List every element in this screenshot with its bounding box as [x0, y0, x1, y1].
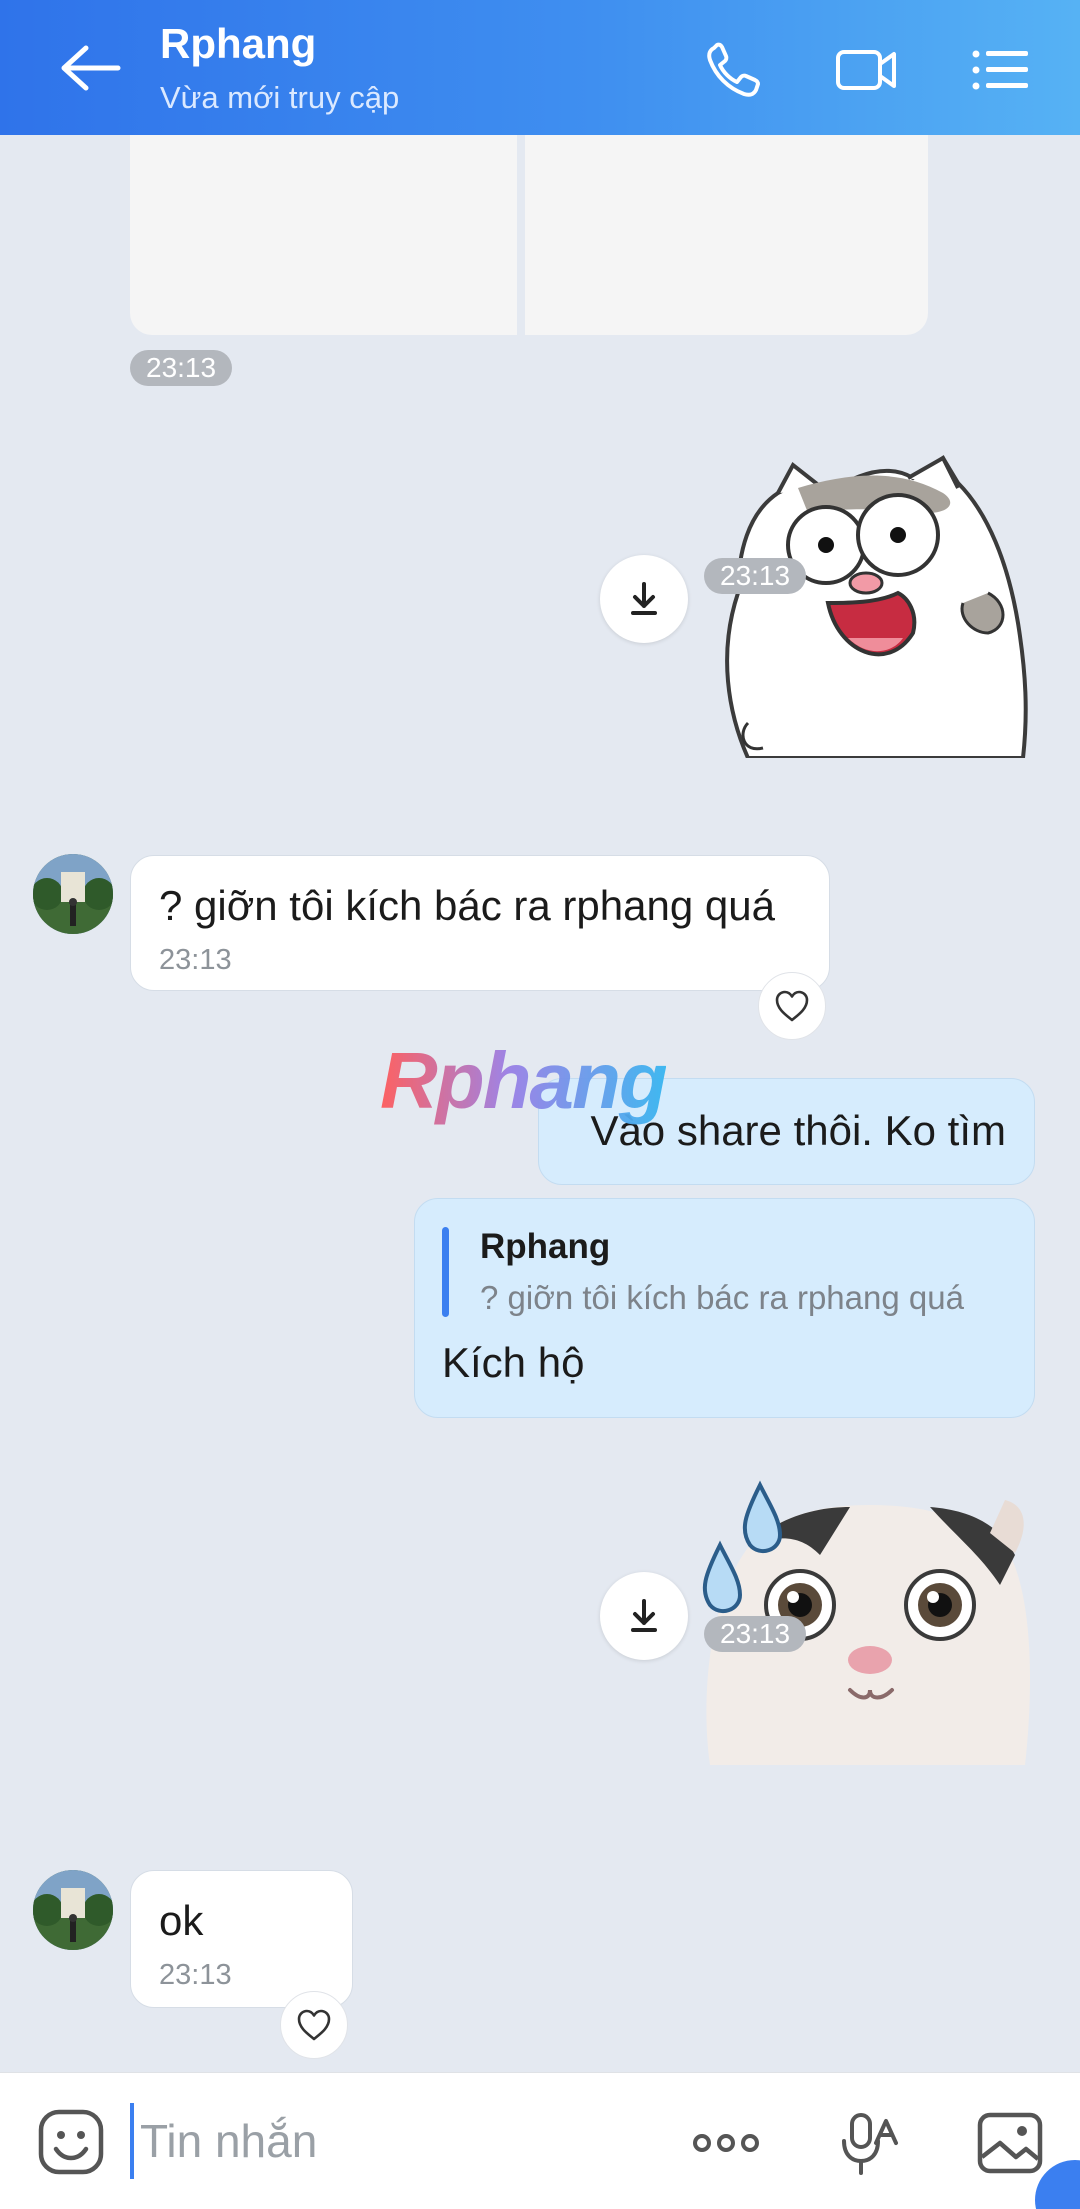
avatar[interactable] — [33, 854, 113, 934]
surprised-cat-sticker[interactable] — [708, 453, 1033, 758]
download-button[interactable] — [600, 1572, 688, 1660]
shared-photo-card[interactable] — [525, 135, 928, 335]
menu-list-icon[interactable] — [966, 38, 1036, 102]
avatar[interactable] — [33, 1870, 113, 1950]
back-arrow-icon[interactable] — [56, 40, 126, 96]
message-text: ok — [159, 1897, 204, 1944]
contact-name[interactable]: Rphang — [160, 20, 316, 68]
avatar-image — [33, 854, 113, 934]
reply-quoted-text: ? giỡn tôi kích bác ra rphang quá — [480, 1279, 964, 1316]
download-icon — [631, 582, 657, 615]
heart-icon — [775, 990, 809, 1022]
message-input[interactable] — [130, 2103, 650, 2179]
avatar-image — [33, 1870, 113, 1950]
more-icon[interactable] — [690, 2107, 762, 2179]
image-icon[interactable] — [974, 2107, 1046, 2179]
message-time: 23:13 — [130, 350, 233, 386]
shared-photo-card[interactable] — [130, 135, 517, 335]
microphone-icon[interactable] — [834, 2107, 906, 2179]
message-composer — [0, 2072, 1080, 2209]
emoji-icon[interactable] — [36, 2107, 106, 2177]
video-camera-icon[interactable] — [832, 38, 902, 102]
react-heart-button[interactable] — [280, 1991, 348, 2059]
chat-header: Rphang Vừa mới truy cập — [0, 0, 1080, 135]
contact-status: Vừa mới truy cập — [160, 80, 400, 115]
heart-icon — [297, 2009, 331, 2041]
incoming-message-bubble[interactable]: ? giỡn tôi kích bác ra rphang quá 23:13 — [130, 855, 830, 991]
download-button[interactable] — [600, 555, 688, 643]
outgoing-reply-bubble[interactable]: Rphang ? giỡn tôi kích bác ra rphang quá… — [414, 1198, 1035, 1418]
message-text: Kích hộ — [442, 1339, 585, 1386]
watermark-logo: Rphang — [380, 1036, 668, 1125]
incoming-message-bubble[interactable]: ok 23:13 — [130, 1870, 353, 2008]
react-heart-button[interactable] — [758, 972, 826, 1040]
message-time: 23:13 — [159, 1959, 232, 1991]
reply-quote-bar — [442, 1227, 449, 1317]
sweating-cat-sticker[interactable] — [700, 1445, 1035, 1775]
reply-quoted-name: Rphang — [480, 1227, 611, 1266]
download-icon — [631, 1599, 657, 1632]
message-text: ? giỡn tôi kích bác ra rphang quá — [159, 882, 775, 929]
message-time: 23:13 — [159, 944, 232, 976]
phone-icon[interactable] — [700, 38, 770, 102]
message-time: 23:13 — [704, 1616, 807, 1652]
message-time: 23:13 — [704, 558, 807, 594]
